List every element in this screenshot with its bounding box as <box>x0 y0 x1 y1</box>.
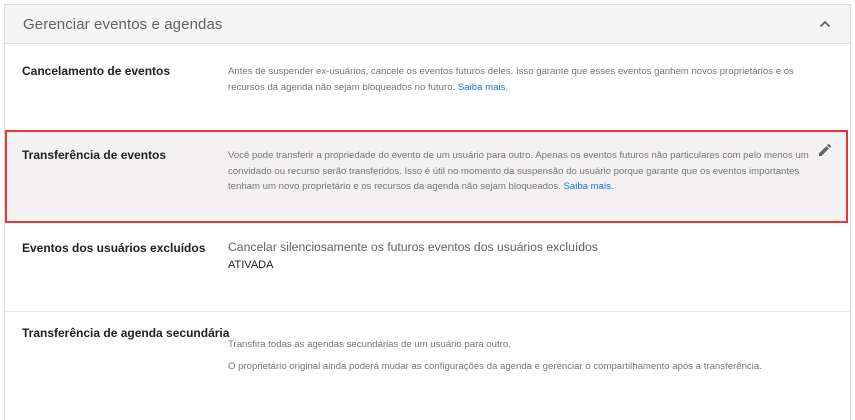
section-header[interactable]: Gerenciar eventos e agendas <box>5 5 850 44</box>
event-transfer-learn-more-link[interactable]: Saiba mais. <box>563 181 613 192</box>
event-cancellation-learn-more-link[interactable]: Saiba mais. <box>458 82 508 93</box>
chevron-up-icon[interactable] <box>817 16 833 32</box>
deleted-users-events-label: Eventos dos usuários excluídos <box>22 241 206 255</box>
event-transfer-section[interactable]: Transferência de eventos Você pode trans… <box>5 130 848 223</box>
event-transfer-text: Você pode transferir a propriedade do ev… <box>228 150 809 192</box>
section-title: Gerenciar eventos e agendas <box>23 16 223 33</box>
calendar-settings-card: Gerenciar eventos e agendas Cancelamento… <box>4 4 851 420</box>
deleted-users-events-section: Eventos dos usuários excluídos <box>5 225 850 311</box>
event-transfer-description: Você pode transferir a propriedade do ev… <box>228 148 813 195</box>
event-cancellation-text: Antes de suspender ex-usuários, cancele … <box>228 66 794 93</box>
secondary-calendar-transfer-line2: O proprietário original ainda poderá mud… <box>228 361 762 372</box>
event-cancellation-section: Cancelamento de eventos Antes de suspend… <box>5 44 850 130</box>
secondary-calendar-transfer-line1: Transfira todas as agendas secundárias d… <box>228 339 511 350</box>
pencil-icon[interactable] <box>817 142 833 158</box>
event-cancellation-description: Antes de suspender ex-usuários, cancele … <box>228 64 813 95</box>
event-transfer-label: Transferência de eventos <box>22 148 167 162</box>
secondary-calendar-transfer-label: Transferência de agenda secundária <box>22 326 230 340</box>
event-cancellation-label: Cancelamento de eventos <box>22 64 171 78</box>
secondary-calendar-transfer-section: Transferência de agenda secundária Trans… <box>5 311 850 420</box>
deleted-users-events-description: Cancelar silenciosamente os futuros even… <box>228 240 598 254</box>
deleted-users-events-status: ATIVADA <box>228 259 274 271</box>
